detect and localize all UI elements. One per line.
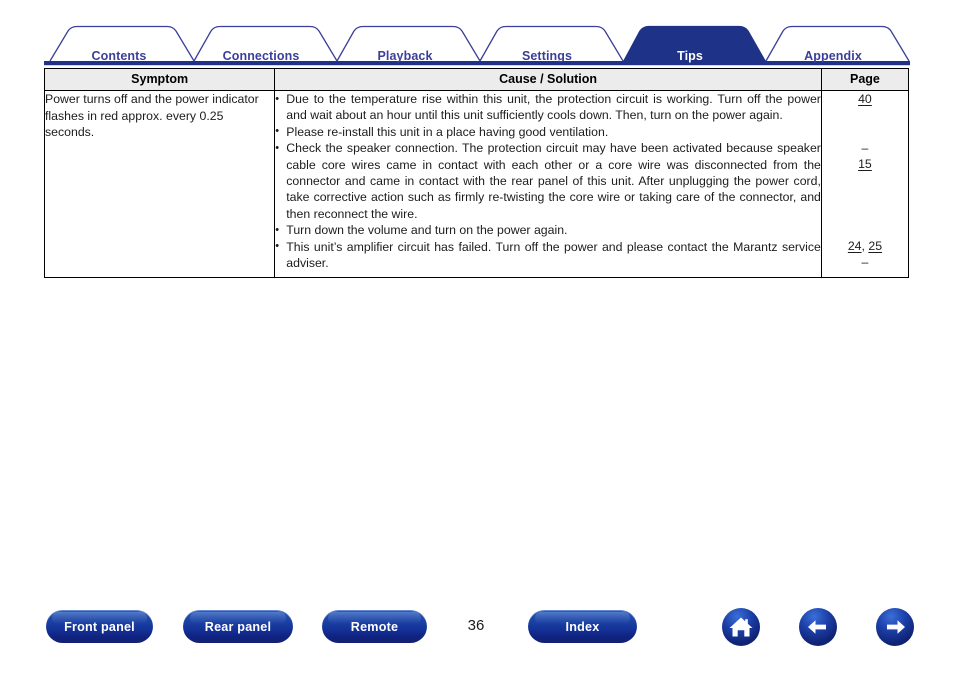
page-ref-dash: – — [861, 141, 869, 155]
tab-settings[interactable] — [480, 22, 623, 62]
table-row: Power turns off and the power indicator … — [43, 90, 910, 278]
cause-solution-cell: Due to the temperature rise within this … — [274, 90, 822, 278]
tab-contents[interactable] — [50, 22, 194, 62]
page-link[interactable]: 40 — [858, 92, 872, 106]
rear-panel-button[interactable]: Rear panel — [183, 610, 293, 643]
home-icon[interactable] — [722, 608, 760, 646]
list-item: This unit’s amplifier circuit has failed… — [275, 238, 821, 272]
column-header-page: Page — [820, 68, 910, 91]
list-item: Please re-install this unit in a place h… — [275, 123, 821, 140]
tab-bar: Contents Connections Playback Settings T… — [0, 22, 954, 66]
list-item: Check the speaker connection. The protec… — [275, 140, 821, 222]
tab-tips[interactable] — [623, 22, 766, 62]
next-page-icon[interactable] — [876, 608, 914, 646]
troubleshooting-table: Symptom Cause / Solution Page Power turn… — [43, 68, 910, 278]
page-ref-group: 15 — [822, 156, 908, 172]
arrow-left-icon-glyph — [808, 620, 826, 634]
front-panel-button[interactable]: Front panel — [46, 610, 153, 643]
page-ref-group: 40 — [822, 91, 908, 107]
page-link[interactable]: 25 — [868, 239, 882, 253]
page-ref-dash: – — [861, 255, 869, 269]
list-item: Due to the temperature rise within this … — [275, 91, 821, 124]
tab-appendix[interactable] — [766, 22, 909, 62]
index-button[interactable]: Index — [528, 610, 637, 643]
tab-connections[interactable] — [194, 22, 337, 62]
page-link[interactable]: 24 — [848, 239, 862, 253]
tab-playback[interactable] — [337, 22, 480, 62]
symptom-cell: Power turns off and the power indicator … — [43, 90, 276, 278]
previous-page-icon[interactable] — [799, 608, 837, 646]
remote-button[interactable]: Remote — [322, 610, 427, 643]
column-header-symptom: Symptom — [43, 68, 276, 91]
arrow-right-icon-glyph — [887, 620, 905, 634]
page-number: 36 — [467, 617, 485, 634]
solution-bullet-list: Due to the temperature rise within this … — [275, 91, 821, 271]
list-item: Turn down the volume and turn on the pow… — [275, 222, 821, 239]
page-ref-group: 24, 25 — [822, 238, 908, 254]
page-ref-group: – — [822, 254, 908, 270]
table-header-row: Symptom Cause / Solution Page — [43, 68, 910, 91]
page-link[interactable]: 15 — [858, 157, 872, 171]
page-reference-list: 40 – 15 24, 25 – — [822, 91, 908, 277]
page-ref-group: – — [822, 140, 908, 156]
column-header-cause: Cause / Solution — [274, 68, 822, 91]
home-icon-glyph — [729, 617, 753, 637]
page-reference-cell: 40 – 15 24, 25 – — [820, 90, 910, 278]
